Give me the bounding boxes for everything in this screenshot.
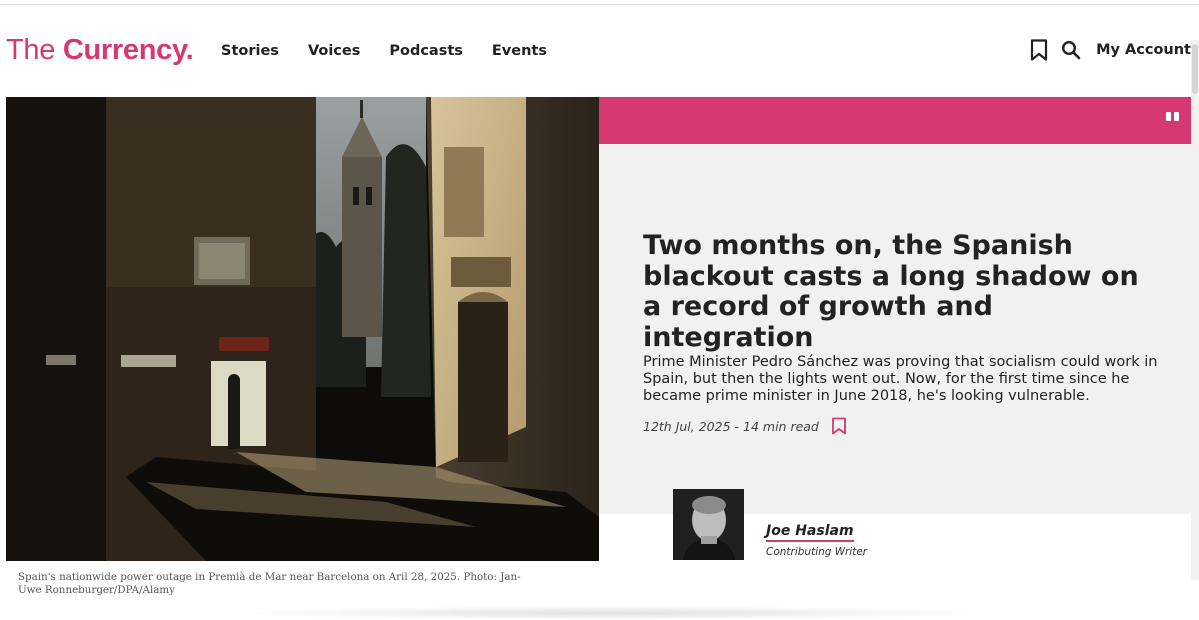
- header-tools: My Account: [1028, 38, 1191, 62]
- site-logo[interactable]: The Currency.: [6, 30, 194, 70]
- main-nav: Stories Voices Podcasts Events: [221, 40, 576, 62]
- search-icon[interactable]: [1060, 38, 1082, 62]
- bookmark-icon[interactable]: [1028, 38, 1050, 62]
- scrollbar-thumb[interactable]: [1192, 44, 1198, 94]
- article-date: 12th Jul, 2025: [643, 418, 731, 434]
- article-meta: 12th Jul, 2025 - 14 min read: [643, 417, 847, 435]
- nav-item-stories[interactable]: Stories: [221, 40, 279, 62]
- scrollbar[interactable]: [1191, 40, 1199, 580]
- hero-image: [6, 97, 599, 561]
- meta-separator: -: [730, 418, 744, 434]
- article-standfirst: Prime Minister Pedro Sánchez was proving…: [643, 354, 1158, 404]
- my-account-link[interactable]: My Account: [1096, 42, 1191, 58]
- bottom-shadow: [230, 606, 990, 620]
- quote-icon: [1165, 109, 1181, 123]
- nav-item-podcasts[interactable]: Podcasts: [389, 40, 463, 62]
- nav-item-voices[interactable]: Voices: [308, 40, 360, 62]
- author-avatar[interactable]: [673, 489, 744, 560]
- article-panel: Two months on, the Spanish blackout cast…: [599, 144, 1191, 514]
- author-name[interactable]: Joe Haslam: [766, 523, 854, 542]
- article-accent-band: [599, 97, 1191, 144]
- article-headline[interactable]: Two months on, the Spanish blackout cast…: [643, 230, 1163, 353]
- logo-dot: .: [185, 34, 194, 66]
- read-time: 14 min read: [743, 418, 819, 434]
- top-divider: [0, 4, 1199, 5]
- image-caption: Spain's nationwide power outage in Premi…: [18, 571, 521, 596]
- logo-prefix: The: [6, 34, 63, 66]
- save-article-icon[interactable]: [831, 417, 847, 435]
- logo-name: Currency: [62, 34, 186, 66]
- nav-item-events[interactable]: Events: [492, 40, 547, 62]
- author-role: Contributing Writer: [766, 546, 868, 558]
